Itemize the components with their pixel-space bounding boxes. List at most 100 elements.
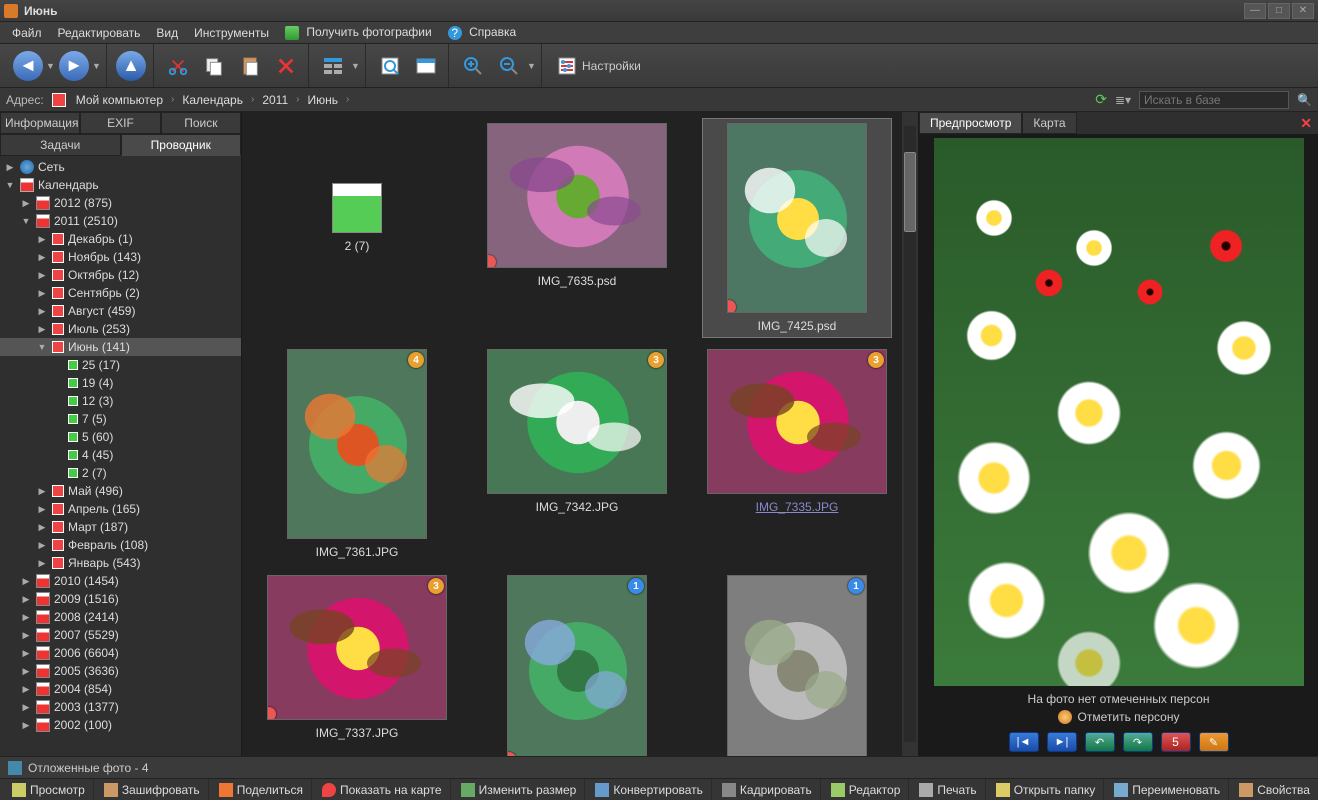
tree-toggle-icon[interactable]: ▶ [20, 198, 32, 209]
tab-exif[interactable]: EXIF [80, 112, 160, 134]
tree-node[interactable]: ▶ Январь (543) [0, 554, 241, 572]
crumb-month[interactable]: Июнь [305, 93, 340, 107]
menu-help[interactable]: ? Справка [442, 23, 522, 42]
menu-edit[interactable]: Редактировать [52, 24, 147, 42]
tree-node[interactable]: 7 (5) [0, 410, 241, 428]
resize-button[interactable]: Изменить размер [453, 779, 586, 800]
tree-toggle-icon[interactable]: ▶ [4, 162, 16, 173]
rotate-left-button[interactable]: ↶ [1085, 732, 1115, 752]
tree-node[interactable]: ▶ 2012 (875) [0, 194, 241, 212]
menu-view[interactable]: Вид [150, 24, 184, 42]
tree-toggle-icon[interactable]: ▶ [36, 504, 48, 515]
crumb-mycomputer[interactable]: Мой компьютер [74, 93, 165, 107]
tab-map[interactable]: Карта [1022, 112, 1076, 134]
tree-node[interactable]: ▶ Октябрь (12) [0, 266, 241, 284]
tree-toggle-icon[interactable]: ▶ [36, 558, 48, 569]
settings-button[interactable]: Настройки [549, 49, 656, 83]
close-panel-icon[interactable]: ✕ [1300, 115, 1312, 132]
tree-toggle-icon[interactable]: ▶ [36, 540, 48, 551]
tree-toggle-icon[interactable]: ▶ [36, 324, 48, 335]
tree-node[interactable]: ▼ Календарь [0, 176, 241, 194]
tree-toggle-icon[interactable]: ▶ [20, 684, 32, 695]
search-input[interactable]: Искать в базе [1139, 91, 1289, 109]
nav-back-button[interactable]: ◄ [11, 49, 45, 83]
tree-toggle-icon[interactable]: ▶ [36, 234, 48, 245]
deferred-photos-label[interactable]: Отложенные фото - 4 [28, 761, 149, 775]
tree-toggle-icon[interactable]: ▶ [20, 630, 32, 641]
tree-node[interactable]: ▶ Май (496) [0, 482, 241, 500]
thumbnail-item[interactable]: IMG_7425.psd [702, 118, 892, 338]
tree-toggle-icon[interactable]: ▼ [20, 216, 32, 226]
view-thumbnails-button[interactable] [316, 49, 350, 83]
preview-button[interactable] [373, 49, 407, 83]
tree-toggle-icon[interactable]: ▶ [36, 486, 48, 497]
tab-explorer[interactable]: Проводник [121, 134, 242, 156]
nav-forward-history-dropdown[interactable]: ▼ [92, 61, 102, 71]
tree-node[interactable]: 12 (3) [0, 392, 241, 410]
tree-node[interactable]: ▶ 2004 (854) [0, 680, 241, 698]
zoom-in-button[interactable] [456, 49, 490, 83]
tree-toggle-icon[interactable]: ▶ [36, 270, 48, 281]
edit-preview-button[interactable]: ✎ [1199, 732, 1229, 752]
prev-image-button[interactable]: |◄ [1009, 732, 1039, 752]
editor-button[interactable]: Редактор [823, 779, 910, 800]
zoom-out-button[interactable] [492, 49, 526, 83]
crumb-calendar[interactable]: Календарь [180, 93, 245, 107]
zoom-dropdown[interactable]: ▼ [527, 61, 537, 71]
crumb-year[interactable]: 2011 [260, 93, 290, 107]
tree-toggle-icon[interactable]: ▶ [20, 576, 32, 587]
thumbnail-item[interactable]: 1 img_7979.jpg [482, 570, 672, 756]
thumbnail-item[interactable]: 2 (7) [262, 118, 452, 338]
tree-node[interactable]: ▶ Сеть [0, 158, 241, 176]
scrollbar-handle[interactable] [904, 152, 916, 232]
tree-node[interactable]: ▶ 2008 (2414) [0, 608, 241, 626]
next-image-button[interactable]: ►| [1047, 732, 1077, 752]
tree-toggle-icon[interactable]: ▼ [36, 342, 48, 352]
preview-image[interactable] [934, 138, 1304, 686]
tab-info[interactable]: Информация [0, 112, 80, 134]
tree-node[interactable]: ▶ Февраль (108) [0, 536, 241, 554]
search-icon[interactable]: 🔍 [1297, 93, 1312, 107]
tab-preview[interactable]: Предпросмотр [919, 112, 1022, 134]
rating-5-button[interactable]: 5 [1161, 732, 1191, 752]
delete-button[interactable] [269, 49, 303, 83]
tree-node[interactable]: ▶ 2005 (3636) [0, 662, 241, 680]
view-mode-dropdown[interactable]: ▼ [351, 61, 361, 71]
tree-node[interactable]: ▶ 2002 (100) [0, 716, 241, 734]
tree-toggle-icon[interactable]: ▶ [36, 252, 48, 263]
maximize-button[interactable]: □ [1268, 3, 1290, 19]
thumbnail-item[interactable]: 1 img_4117.psd [702, 570, 892, 756]
folder-tree[interactable]: ▶ Сеть▼ Календарь▶ 2012 (875)▼ 2011 (251… [0, 156, 241, 756]
tree-node[interactable]: ▶ 2007 (5529) [0, 626, 241, 644]
tree-node[interactable]: ▶ 2006 (6604) [0, 644, 241, 662]
tree-toggle-icon[interactable]: ▶ [20, 720, 32, 731]
thumbnail-item[interactable]: 3 IMG_7337.JPG [262, 570, 452, 756]
tree-toggle-icon[interactable]: ▶ [20, 612, 32, 623]
tree-toggle-icon[interactable]: ▶ [20, 702, 32, 713]
rename-button[interactable]: Переименовать [1106, 779, 1229, 800]
database-icon[interactable]: ≣▾ [1115, 93, 1131, 107]
tree-toggle-icon[interactable]: ▶ [20, 648, 32, 659]
thumbnail-item[interactable]: 3 IMG_7342.JPG [482, 344, 672, 564]
menu-get-photos[interactable]: Получить фотографии [279, 23, 438, 42]
tree-node[interactable]: ▶ Ноябрь (143) [0, 248, 241, 266]
tree-node[interactable]: 19 (4) [0, 374, 241, 392]
tree-node[interactable]: 4 (45) [0, 446, 241, 464]
tree-node[interactable]: ▶ Март (187) [0, 518, 241, 536]
tab-search[interactable]: Поиск [161, 112, 241, 134]
tree-node[interactable]: ▶ 2009 (1516) [0, 590, 241, 608]
minimize-button[interactable]: — [1244, 3, 1266, 19]
menu-file[interactable]: Файл [6, 24, 48, 42]
share-button[interactable]: Поделиться [211, 779, 312, 800]
tree-toggle-icon[interactable]: ▶ [20, 594, 32, 605]
nav-back-history-dropdown[interactable]: ▼ [46, 61, 56, 71]
open-folder-button[interactable]: Открыть папку [988, 779, 1105, 800]
slideshow-button[interactable] [409, 49, 443, 83]
refresh-icon[interactable]: ⟳ [1095, 91, 1107, 108]
tree-node[interactable]: 5 (60) [0, 428, 241, 446]
tab-tasks[interactable]: Задачи [0, 134, 121, 156]
thumbnail-item[interactable]: IMG_7635.psd [482, 118, 672, 338]
tree-toggle-icon[interactable]: ▼ [4, 180, 16, 190]
copy-button[interactable] [197, 49, 231, 83]
nav-forward-button[interactable]: ► [57, 49, 91, 83]
